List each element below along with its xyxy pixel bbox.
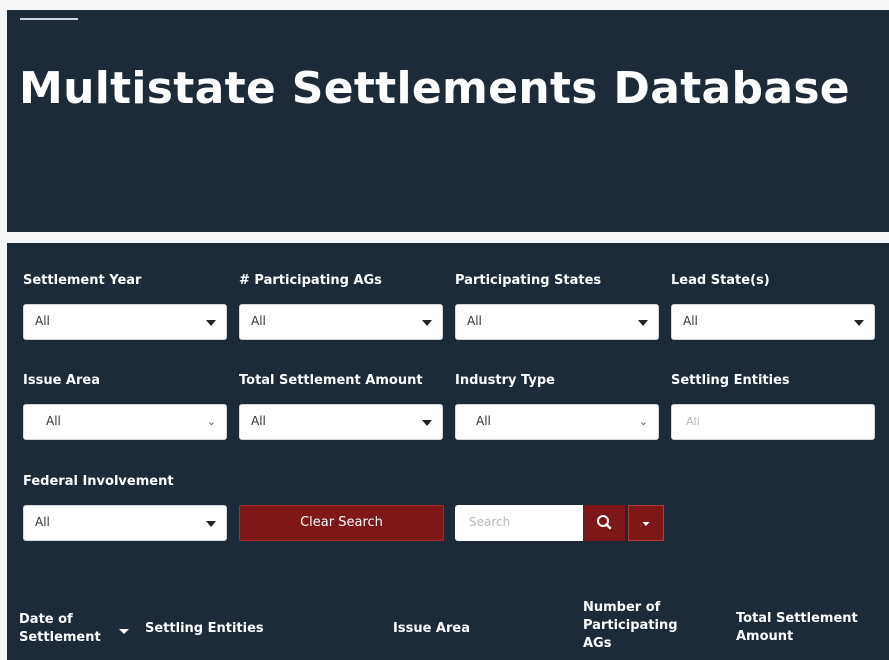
col-total-settlement-amount[interactable]: Total Settlement Amount (736, 610, 876, 646)
search-placeholder: Search (469, 515, 511, 529)
caret-down-icon (422, 320, 432, 326)
chevron-down-icon: ⌄ (638, 415, 648, 428)
industry-type-value: All (476, 414, 491, 428)
settlement-year-value: All (35, 314, 50, 328)
caret-down-icon (638, 320, 648, 326)
settling-entities-input[interactable]: All (671, 404, 875, 440)
settlement-year-select[interactable]: All (23, 304, 227, 340)
search-options-dropdown-button[interactable] (628, 505, 664, 541)
industry-type-select[interactable]: All ⌄ (455, 404, 659, 440)
federal-involvement-label: Federal Involvement (23, 474, 174, 489)
lead-states-value: All (683, 314, 698, 328)
search-button[interactable] (583, 505, 625, 541)
page-header: Multistate Settlements Database (7, 10, 889, 232)
caret-down-icon (206, 320, 216, 326)
participating-ags-label: # Participating AGs (239, 273, 382, 288)
participating-states-select[interactable]: All (455, 304, 659, 340)
federal-involvement-select[interactable]: All (23, 505, 227, 541)
chevron-down-icon: ⌄ (206, 415, 216, 428)
issue-area-value: All (46, 414, 61, 428)
col-date-of-settlement[interactable]: Date of Settlement (19, 611, 114, 647)
lead-states-select[interactable]: All (671, 304, 875, 340)
participating-states-value: All (467, 314, 482, 328)
participating-ags-select[interactable]: All (239, 304, 443, 340)
industry-type-label: Industry Type (455, 373, 555, 388)
sort-caret-icon[interactable] (118, 628, 130, 636)
caret-down-icon (206, 521, 216, 527)
col-settling-entities[interactable]: Settling Entities (145, 620, 264, 638)
issue-area-select[interactable]: All ⌄ (23, 404, 227, 440)
page-title: Multistate Settlements Database (19, 63, 850, 114)
filter-panel: Settlement Year All # Participating AGs … (7, 243, 889, 660)
issue-area-label: Issue Area (23, 373, 100, 388)
caret-down-icon (642, 522, 650, 526)
col-issue-area[interactable]: Issue Area (393, 620, 470, 638)
federal-involvement-value: All (35, 515, 50, 529)
total-amount-select[interactable]: All (239, 404, 443, 440)
caret-down-icon (854, 320, 864, 326)
participating-states-label: Participating States (455, 273, 602, 288)
participating-ags-value: All (251, 314, 266, 328)
caret-down-icon (422, 420, 432, 426)
search-input[interactable]: Search (455, 505, 583, 541)
clear-search-button[interactable]: Clear Search (239, 505, 444, 541)
search-icon (597, 515, 612, 530)
settling-entities-label: Settling Entities (671, 373, 790, 388)
settling-entities-placeholder: All (686, 415, 700, 428)
col-number-participating-ags[interactable]: Number of Participating AGs (583, 599, 693, 653)
total-amount-label: Total Settlement Amount (239, 373, 423, 388)
header-accent-rule (20, 18, 78, 20)
lead-states-label: Lead State(s) (671, 273, 770, 288)
settlement-year-label: Settlement Year (23, 273, 142, 288)
total-amount-value: All (251, 414, 266, 428)
